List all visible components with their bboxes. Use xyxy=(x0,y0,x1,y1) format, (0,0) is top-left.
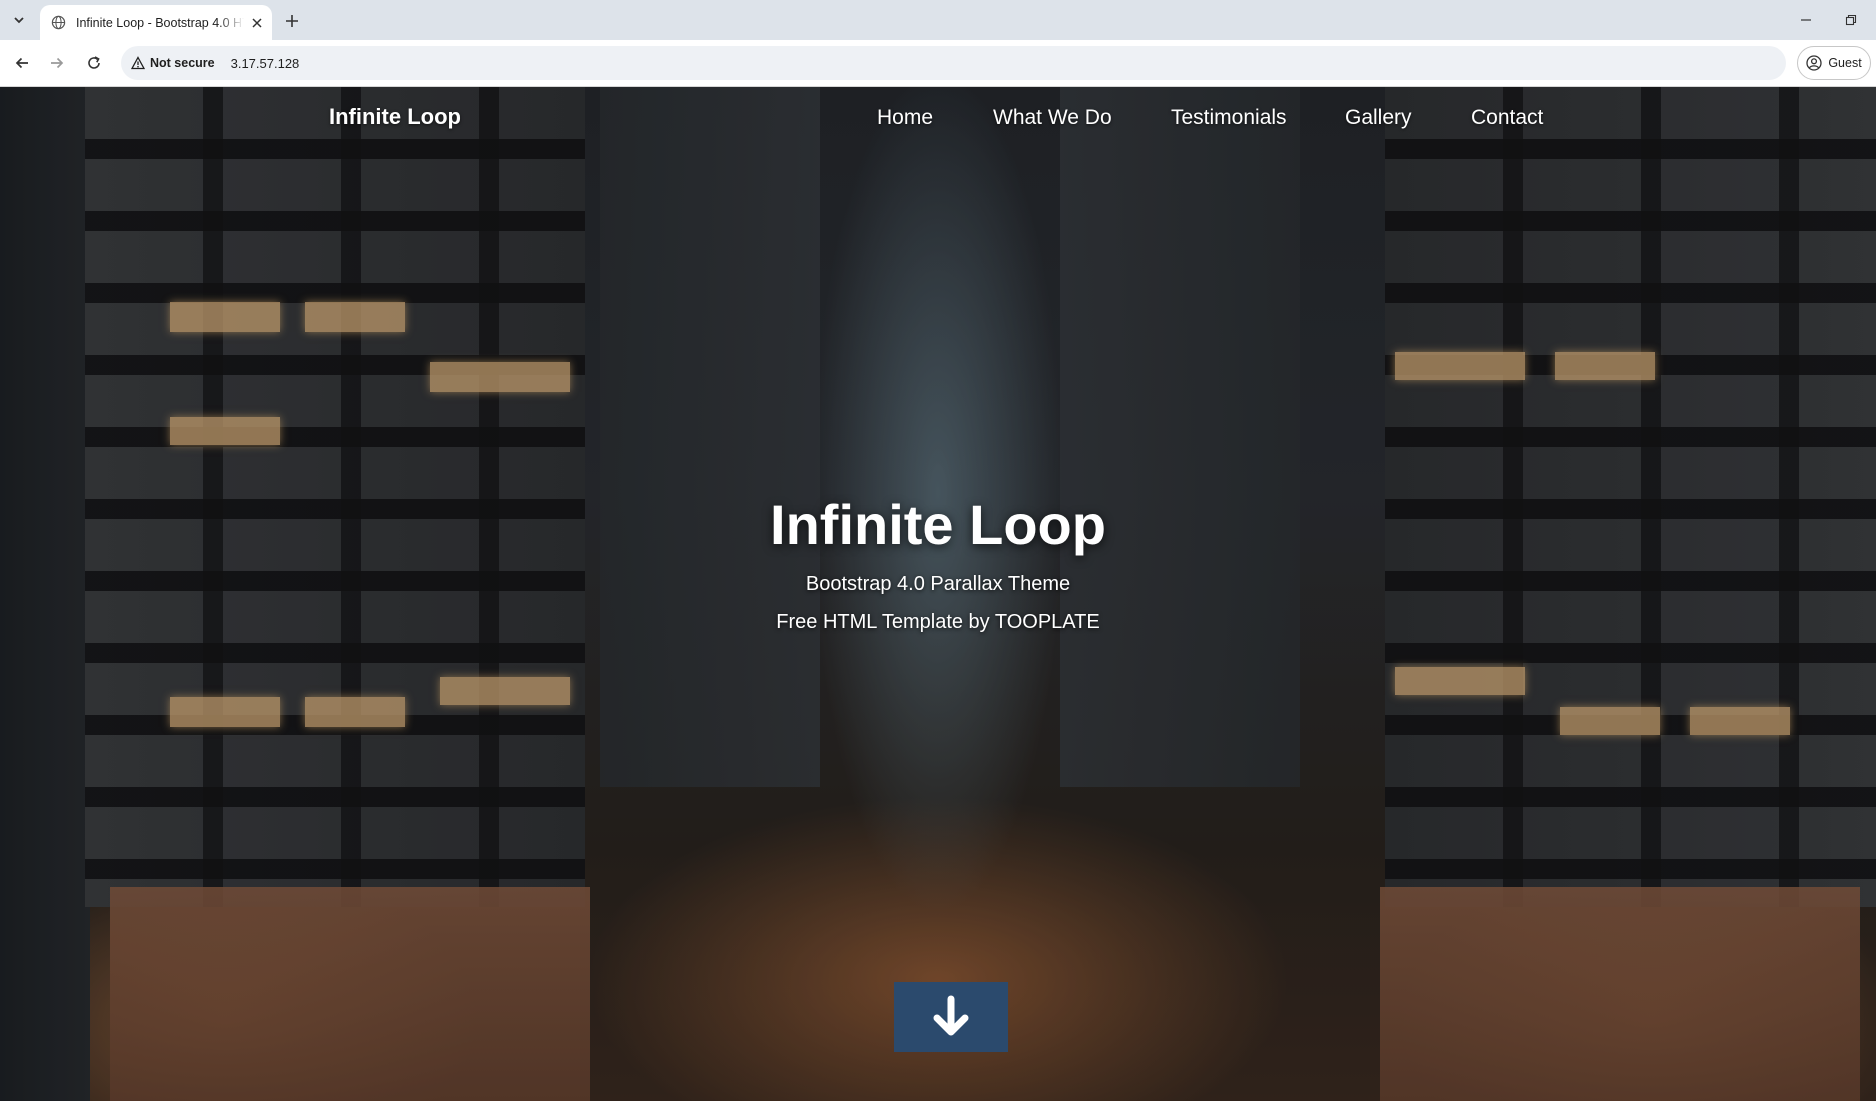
chevron-down-icon xyxy=(14,17,24,24)
hero-tagline: Free HTML Template by TOOPLATE xyxy=(776,611,1100,633)
tab-search-button[interactable] xyxy=(8,9,30,31)
minimize-icon xyxy=(1801,19,1811,21)
address-bar[interactable]: Not secure 3.17.57.128 xyxy=(121,46,1786,80)
profile-icon xyxy=(1806,55,1822,71)
not-secure-label: Not secure xyxy=(150,56,215,70)
hero-section: Infinite Loop Home What We Do Testimonia… xyxy=(0,87,1876,1101)
globe-icon xyxy=(50,15,66,31)
new-tab-button[interactable] xyxy=(281,10,303,32)
forward-button[interactable] xyxy=(45,51,69,75)
arrow-right-icon xyxy=(51,57,64,69)
nav-contact[interactable]: Contact xyxy=(1471,106,1543,130)
nav-home[interactable]: Home xyxy=(877,106,933,130)
arrow-left-icon xyxy=(15,57,28,69)
nav-testimonials[interactable]: Testimonials xyxy=(1171,106,1287,130)
close-tab-icon[interactable] xyxy=(248,14,266,32)
url-text: 3.17.57.128 xyxy=(230,55,300,71)
nav-gallery[interactable]: Gallery xyxy=(1345,106,1412,130)
profile-label: Guest xyxy=(1828,56,1862,70)
scroll-down-button[interactable] xyxy=(894,982,1008,1052)
minimize-window-button[interactable] xyxy=(1793,8,1819,32)
browser-tab-strip: Infinite Loop - Bootstrap 4.0 HTML Templ… xyxy=(0,0,1876,40)
plus-icon xyxy=(286,15,298,27)
reload-button[interactable] xyxy=(82,51,106,75)
restore-window-button[interactable] xyxy=(1838,8,1864,32)
site-brand[interactable]: Infinite Loop xyxy=(329,104,461,130)
browser-tab-active[interactable]: Infinite Loop - Bootstrap 4.0 HTML Templ… xyxy=(40,5,272,40)
browser-toolbar: Not secure 3.17.57.128 Guest xyxy=(0,40,1876,87)
back-button[interactable] xyxy=(10,51,34,75)
site-info-chip[interactable]: Not secure xyxy=(131,56,215,70)
tab-title: Infinite Loop - Bootstrap 4.0 HTML Templ… xyxy=(76,15,244,30)
profile-button[interactable]: Guest xyxy=(1797,46,1871,80)
reload-icon xyxy=(88,56,100,69)
warning-icon xyxy=(131,56,145,70)
site-navbar: Infinite Loop Home What We Do Testimonia… xyxy=(0,87,1876,147)
hero-subtitle: Bootstrap 4.0 Parallax Theme xyxy=(805,573,1071,595)
hero-title: Infinite Loop xyxy=(770,493,1106,556)
nav-what-we-do[interactable]: What We Do xyxy=(993,106,1112,130)
arrow-down-icon xyxy=(933,995,969,1036)
restore-icon xyxy=(1845,14,1857,26)
